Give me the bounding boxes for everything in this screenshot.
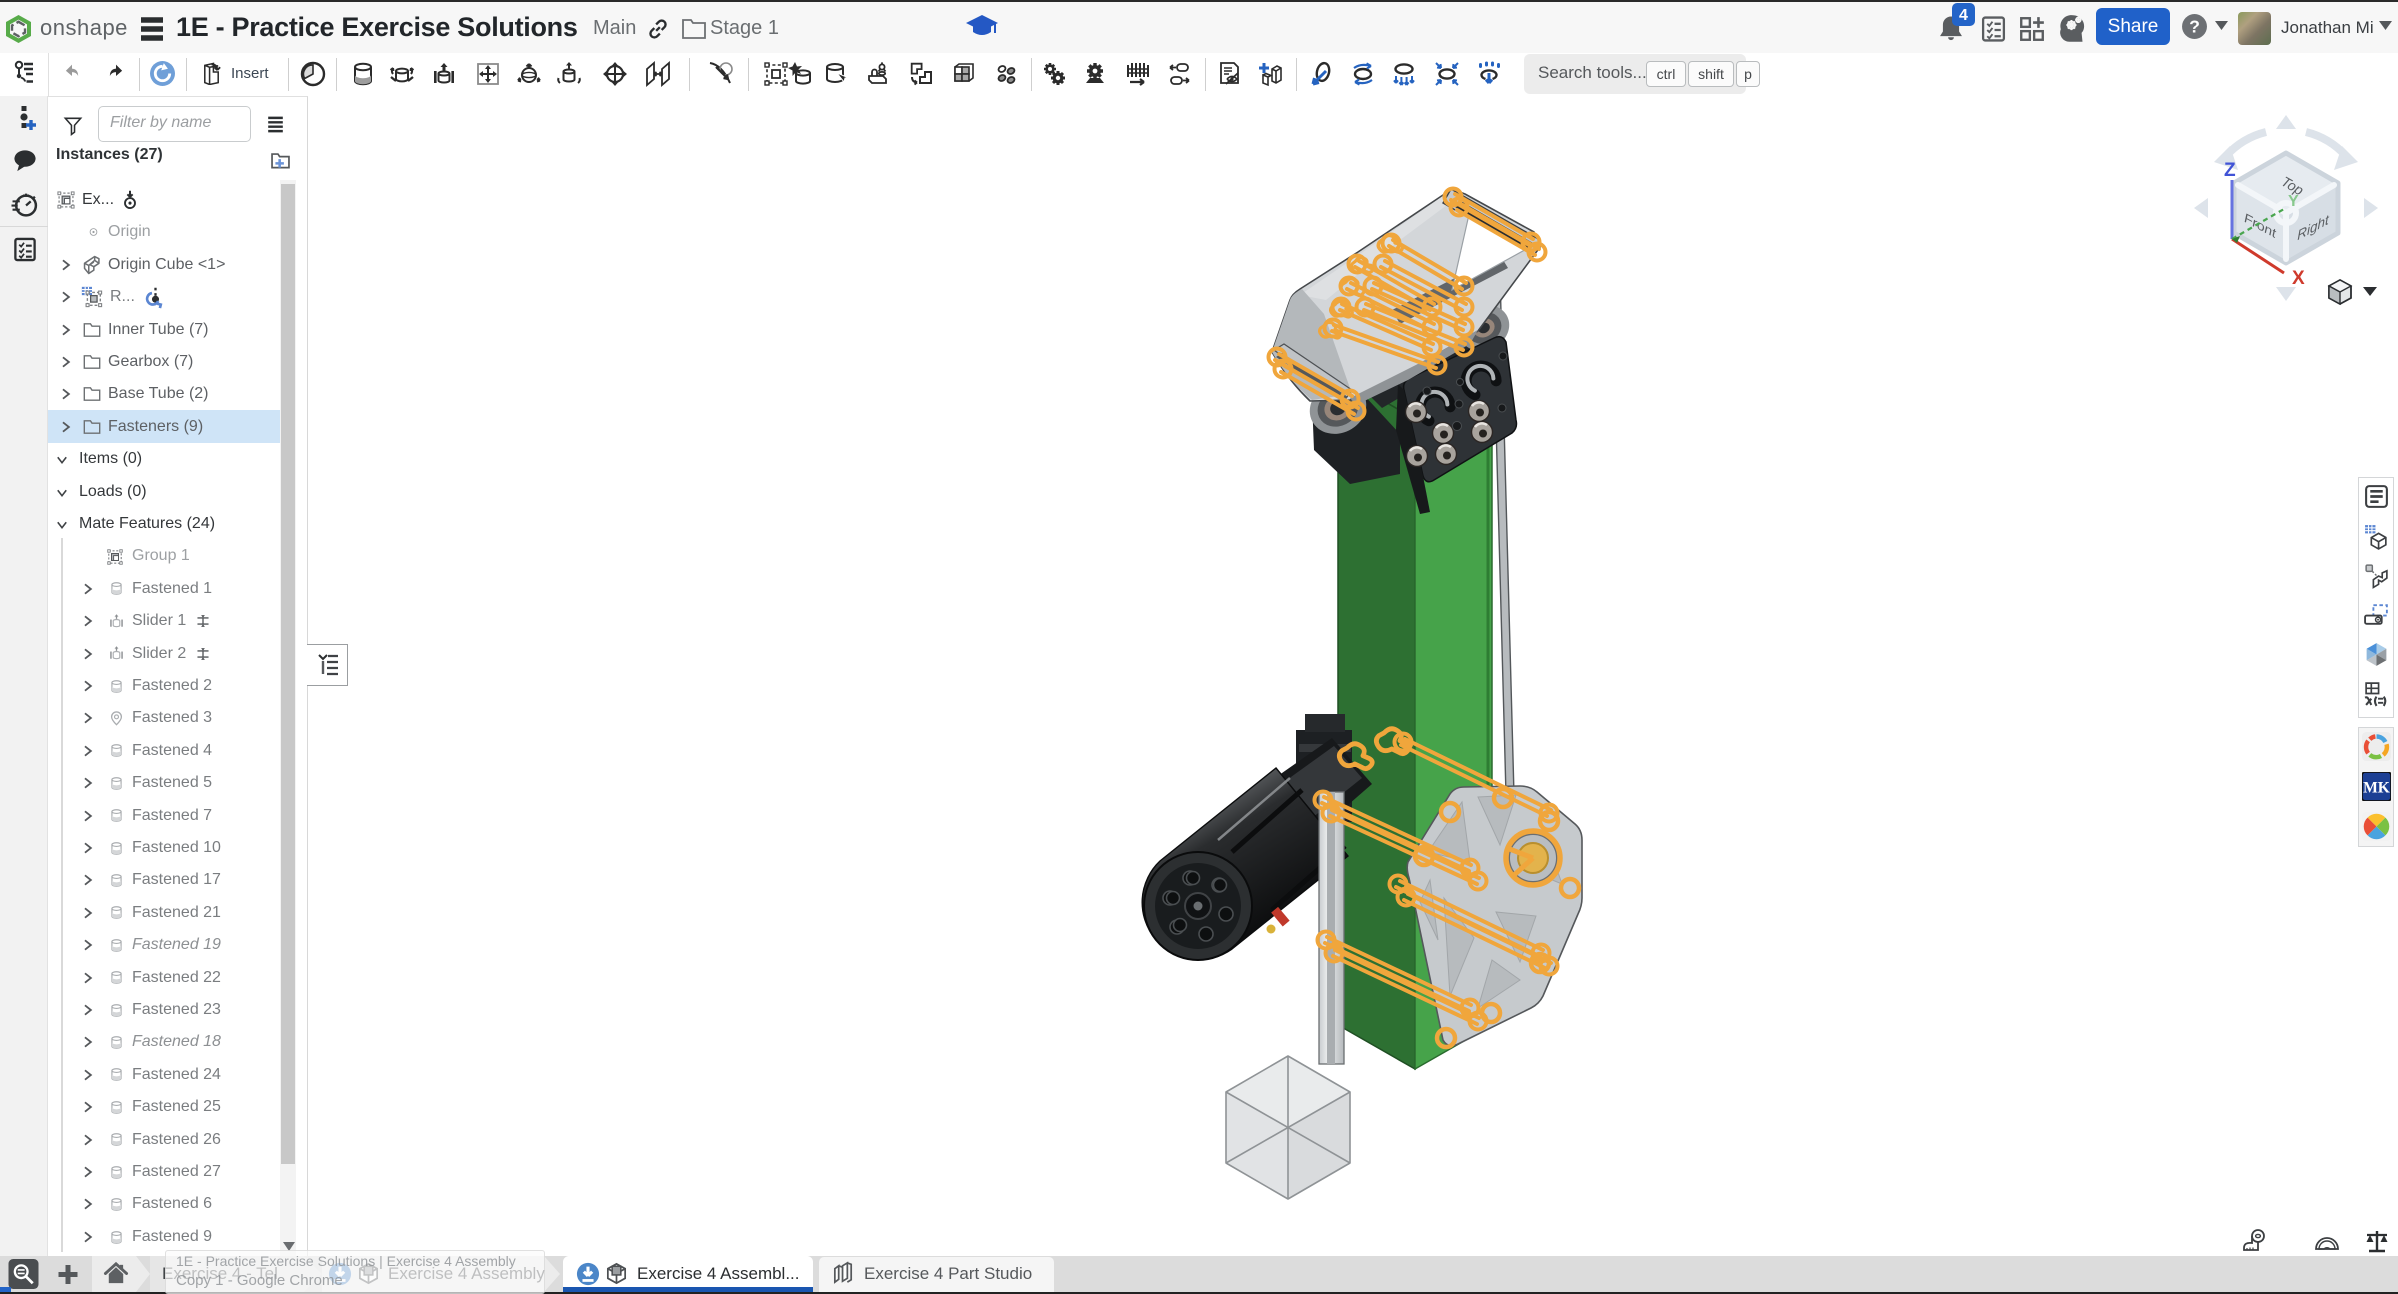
svg-text:Y: Y — [2288, 193, 2299, 210]
svg-text:Z: Z — [2224, 160, 2236, 181]
svg-text:X: X — [2292, 268, 2305, 289]
svg-text:4: 4 — [1959, 7, 1968, 24]
